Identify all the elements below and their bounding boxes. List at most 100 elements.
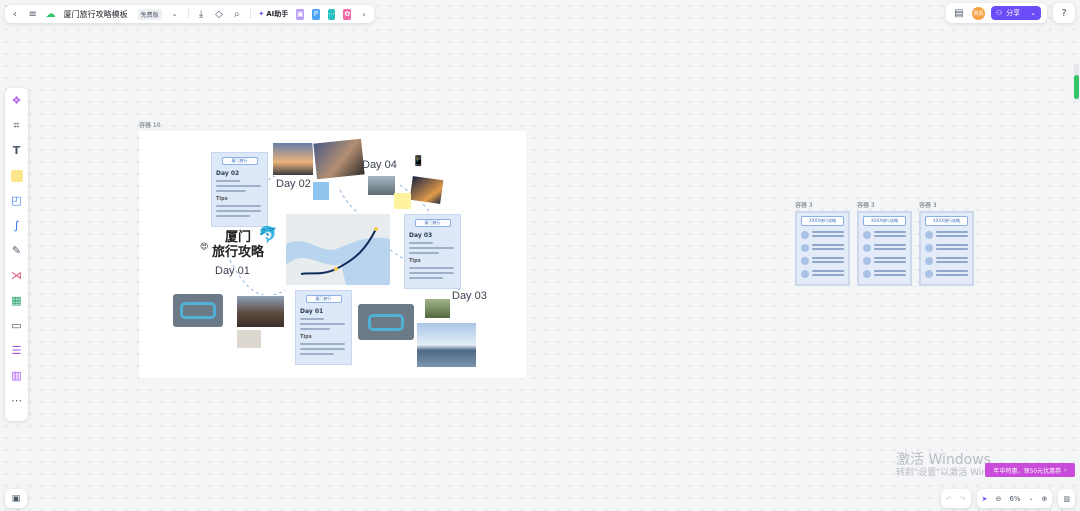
- note-header: 厦门旅行: [414, 219, 451, 227]
- title-line-1: 厦门: [225, 230, 252, 245]
- yellow-sticky-note[interactable]: [394, 193, 411, 209]
- frame-label[interactable]: 容器 3: [857, 200, 875, 209]
- plan-badge[interactable]: 免费版: [137, 8, 162, 20]
- select-pointer-icon[interactable]: ➤: [982, 495, 988, 503]
- text-icon[interactable]: T: [9, 142, 25, 159]
- note-header: 厦门旅行: [221, 157, 258, 165]
- promo-text: 年中特惠，领50元优惠券: [993, 467, 1062, 475]
- tag-icon[interactable]: ◇: [214, 7, 224, 21]
- help-box: ?: [1053, 3, 1075, 23]
- mini-guide-frame[interactable]: XXXX旅行攻略: [919, 211, 974, 286]
- dolphin-icon: 🐬: [258, 225, 278, 244]
- text-card-icon[interactable]: ▭: [9, 317, 25, 334]
- collapse-icon[interactable]: ‹: [359, 7, 369, 21]
- frame-label[interactable]: 容器 3: [919, 200, 937, 209]
- title-line-2: 旅行攻略: [212, 245, 265, 260]
- day-label[interactable]: Day 02: [276, 178, 311, 190]
- ai-icon: ✦: [258, 10, 265, 18]
- xiamen-map[interactable]: [286, 214, 390, 285]
- note-day: Day 03: [409, 232, 433, 239]
- ai-assistant-button[interactable]: ✦ AI助手: [258, 9, 288, 19]
- plugin-p-icon[interactable]: P: [312, 8, 320, 20]
- vertical-scrollbar[interactable]: [1074, 63, 1079, 101]
- harbor-photo[interactable]: [416, 322, 477, 368]
- mini-frame-title: XXXX旅行攻略: [863, 216, 906, 226]
- sticky-note-icon[interactable]: [9, 167, 25, 184]
- share-button[interactable]: ⚇ 分享 ⌄: [990, 6, 1041, 20]
- blue-sticky-note[interactable]: [313, 182, 329, 200]
- table-icon[interactable]: ▦: [9, 292, 25, 309]
- frame-icon[interactable]: ⌗: [9, 117, 25, 134]
- frame-label[interactable]: 容器 10: [139, 120, 161, 129]
- chevron-down-icon[interactable]: ⌄: [170, 7, 180, 21]
- zoom-controls: ➤ ⊖ 6% ⌄ ⊕: [976, 489, 1053, 508]
- top-toolbar: ‹ ≡ ☁ 厦门旅行攻略模板 免费版 ⌄ ⤓ ◇ ⌕ ✦ AI助手 ▣ P ⋯ …: [5, 5, 374, 23]
- chevron-down-icon[interactable]: ⌄: [1028, 495, 1033, 502]
- note-tips: Tips: [300, 334, 312, 340]
- map-view-icon[interactable]: ▥: [1063, 495, 1070, 503]
- receipt-photo[interactable]: [236, 329, 262, 349]
- shape-icon[interactable]: ◰: [9, 192, 25, 209]
- chevron-down-icon[interactable]: ⌄: [1030, 9, 1036, 17]
- plugin-mind-icon[interactable]: ✿: [343, 8, 352, 20]
- mini-guide-frame[interactable]: XXXX旅行攻略: [795, 211, 850, 286]
- header-actions: ▤ 佩佩 ⚇ 分享 ⌄: [945, 3, 1047, 23]
- night-photo[interactable]: [408, 174, 445, 206]
- list-icon[interactable]: ☰: [9, 342, 25, 359]
- share-label: 分享: [1006, 9, 1021, 17]
- minimap-toggle-button[interactable]: ▣: [5, 489, 27, 508]
- mini-guide-frame[interactable]: XXXX旅行攻略: [857, 211, 912, 286]
- note-tips: Tips: [409, 258, 421, 264]
- plugin-share-icon[interactable]: ⋯: [327, 8, 336, 20]
- more-icon[interactable]: ⋯: [9, 392, 25, 409]
- beach-photo[interactable]: [367, 175, 396, 196]
- ai-assistant-label: AI助手: [266, 10, 289, 18]
- import-icon[interactable]: ⤓: [196, 7, 206, 21]
- calendar-icon[interactable]: ▥: [9, 367, 25, 384]
- note-tips: Tips: [216, 196, 228, 202]
- add-user-icon: ⚇: [995, 9, 1003, 17]
- board-title[interactable]: 厦门 旅行攻略: [212, 230, 264, 260]
- day-label[interactable]: Day 03: [452, 290, 487, 302]
- note-day: Day 01: [300, 308, 324, 315]
- street-photo[interactable]: [312, 137, 366, 181]
- zoom-out-icon[interactable]: ⊖: [995, 495, 1001, 503]
- help-icon[interactable]: ?: [1057, 6, 1071, 20]
- note-header: 厦门旅行: [305, 295, 342, 303]
- cloud-sync-icon: ☁: [45, 8, 56, 20]
- pen-icon[interactable]: ✎: [9, 242, 25, 259]
- divider: [187, 9, 189, 19]
- search-icon[interactable]: ⌕: [232, 7, 242, 21]
- itinerary-note[interactable]: 厦门旅行 Day 01 Tips: [295, 290, 352, 365]
- template-icon[interactable]: ❖: [9, 92, 25, 109]
- mindmap-icon[interactable]: ⋊: [9, 267, 25, 284]
- back-icon[interactable]: ‹: [10, 7, 20, 21]
- market-photo[interactable]: [236, 295, 285, 328]
- itinerary-note[interactable]: 厦门旅行 Day 02 Tips: [211, 152, 268, 227]
- left-toolbar: ❖ ⌗ T ◰ ∫ ✎ ⋊ ▦ ▭ ☰ ▥ ⋯: [5, 88, 28, 421]
- itinerary-note[interactable]: 厦门旅行 Day 03 Tips: [404, 214, 461, 289]
- day-label[interactable]: Day 04: [362, 159, 397, 171]
- sunset-photo[interactable]: [272, 142, 314, 176]
- frame-label[interactable]: 容器 3: [795, 200, 813, 209]
- menu-icon[interactable]: ≡: [28, 7, 38, 21]
- cassette-sticker[interactable]: [173, 294, 223, 327]
- map-shape: [286, 214, 390, 285]
- undo-icon[interactable]: ↶: [946, 495, 952, 503]
- promo-banner[interactable]: 年中特惠，领50元优惠券 ›: [985, 463, 1075, 477]
- toolbox-icon[interactable]: ▤: [952, 6, 966, 20]
- plugin-image-icon[interactable]: ▣: [296, 8, 305, 20]
- chevron-right-icon: ›: [1064, 466, 1067, 474]
- day-label[interactable]: Day 01: [215, 265, 250, 277]
- zoom-level[interactable]: 6%: [1009, 495, 1020, 503]
- redo-icon[interactable]: ↷: [960, 495, 966, 503]
- phone-icon: 📱: [412, 156, 425, 167]
- avatar[interactable]: 佩佩: [971, 6, 985, 20]
- doc-title[interactable]: 厦门旅行攻略模板: [64, 9, 128, 20]
- zoom-in-icon[interactable]: ⊕: [1042, 495, 1048, 503]
- connector-icon[interactable]: ∫: [9, 217, 25, 234]
- history-controls: ↶ ↷: [940, 489, 971, 508]
- mini-frame-title: XXXX旅行攻略: [801, 216, 844, 226]
- cassette-sticker[interactable]: [358, 304, 414, 340]
- plant-photo[interactable]: [424, 298, 451, 319]
